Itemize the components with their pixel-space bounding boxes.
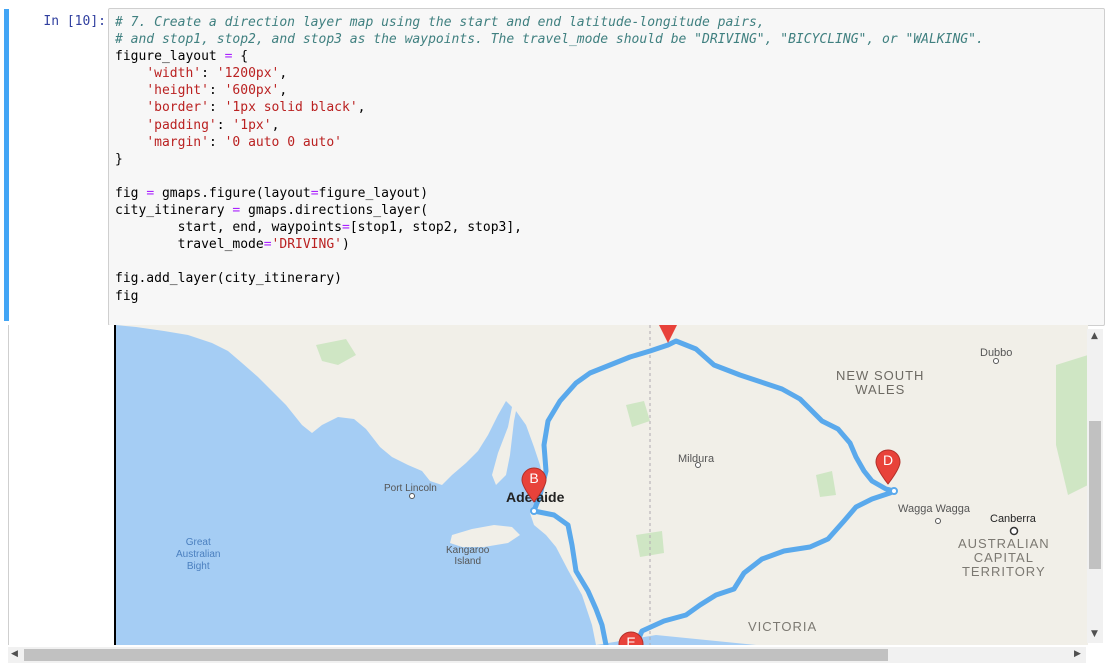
- output-area: NEW SOUTH WALES Dubbo Mildura Adelaide P…: [8, 325, 1106, 645]
- label-victoria: VICTORIA: [748, 619, 818, 634]
- code-var: figure_layout: [115, 49, 217, 65]
- vertical-scrollbar[interactable]: ▲ ▼: [1087, 329, 1103, 643]
- code-str: 'margin': [146, 134, 209, 150]
- map-widget[interactable]: NEW SOUTH WALES Dubbo Mildura Adelaide P…: [114, 325, 1088, 645]
- code-str: '600px': [224, 83, 280, 99]
- code-text-part: travel_mode: [115, 237, 264, 253]
- scroll-down-icon[interactable]: ▼: [1091, 629, 1098, 639]
- label-wagga-wagga: Wagga Wagga: [898, 503, 970, 515]
- scroll-right-icon[interactable]: ▶: [1074, 649, 1081, 659]
- label-act-line3: TERRITORY: [961, 564, 1046, 579]
- label-act: AUSTRALIAN CAPITAL TERRITORY: [958, 537, 1050, 579]
- label-kangaroo-island: Kangaroo Island: [446, 545, 489, 567]
- marker-e-label: E: [626, 634, 636, 645]
- code-str: '0 auto 0 auto': [224, 134, 342, 150]
- cell-selection-bar: [4, 9, 9, 321]
- label-canberra: Canberra: [990, 513, 1036, 525]
- code-comment-line-2: # and stop1, stop2, and stop3 as the way…: [115, 32, 984, 48]
- marker-d-label: D: [882, 452, 894, 468]
- code-text-part: fig: [115, 288, 139, 304]
- code-str: 'height': [146, 83, 209, 99]
- code-str: 'DRIVING': [271, 237, 342, 253]
- marker-e[interactable]: E: [618, 631, 644, 645]
- label-nsw: NEW SOUTH WALES: [836, 369, 924, 397]
- marker-d[interactable]: D: [875, 449, 901, 485]
- code-text-part: gmaps.directions_layer(: [240, 203, 429, 219]
- marker-b-label: B: [529, 470, 539, 486]
- horizontal-scrollbar[interactable]: ◀ ▶: [8, 647, 1086, 663]
- code-text-part: city_itinerary: [115, 203, 233, 219]
- cell-prompt: In [10]:: [43, 14, 106, 29]
- waypoint-node: [530, 507, 538, 515]
- city-dot: [935, 518, 941, 524]
- code-text-part: start, end, waypoints: [115, 220, 342, 236]
- code-text-part: fig: [115, 185, 147, 201]
- label-dubbo: Dubbo: [980, 347, 1013, 359]
- code-text-part: gmaps.figure(layout: [154, 185, 311, 201]
- marker-b[interactable]: B: [521, 467, 547, 503]
- code-str: '1px': [232, 117, 272, 133]
- code-comment-line-1: # 7. Create a direction layer map using …: [115, 15, 765, 30]
- code-str: '1px solid black': [224, 100, 358, 116]
- vertical-scroll-thumb[interactable]: [1089, 421, 1101, 569]
- code-str: 'border': [146, 100, 209, 116]
- scroll-up-icon[interactable]: ▲: [1091, 331, 1098, 341]
- code-str: '1200px': [216, 66, 280, 82]
- scroll-left-icon[interactable]: ◀: [11, 649, 18, 659]
- label-act-line2: CAPITAL: [973, 550, 1034, 565]
- label-mildura: Mildura: [678, 453, 715, 465]
- label-port-lincoln: Port Lincoln: [384, 483, 437, 494]
- code-text-part: figure_layout): [318, 185, 429, 201]
- code-text-part: fig.add_layer(city_itinerary): [115, 271, 342, 287]
- horizontal-scroll-thumb[interactable]: [24, 649, 888, 661]
- label-kangaroo-line1: Kangaroo: [446, 545, 490, 556]
- city-dot: [993, 358, 999, 364]
- output-prompt-gutter: [8, 325, 115, 645]
- city-dot: [409, 493, 415, 499]
- code-text[interactable]: # 7. Create a direction layer map using …: [115, 14, 984, 305]
- label-great-australian-bight: Great Australian Bight: [176, 537, 220, 573]
- label-nsw-line2: WALES: [855, 382, 906, 397]
- map-canvas[interactable]: [116, 325, 1088, 645]
- code-input-area[interactable]: # 7. Create a direction layer map using …: [108, 8, 1105, 326]
- label-act-line1: AUSTRALIAN: [958, 536, 1050, 551]
- waypoint-node: [890, 487, 898, 495]
- label-nsw-line1: NEW SOUTH: [836, 368, 925, 383]
- code-text-part: [stop1, stop2, stop3],: [349, 220, 522, 236]
- label-bight-line3: Bight: [186, 561, 210, 572]
- code-str: 'padding': [146, 117, 217, 133]
- label-bight-line1: Great: [185, 537, 211, 548]
- label-bight-line2: Australian: [176, 549, 221, 560]
- label-kangaroo-line2: Island: [454, 556, 482, 567]
- city-dot: [1009, 526, 1019, 536]
- code-str: 'width': [146, 66, 202, 82]
